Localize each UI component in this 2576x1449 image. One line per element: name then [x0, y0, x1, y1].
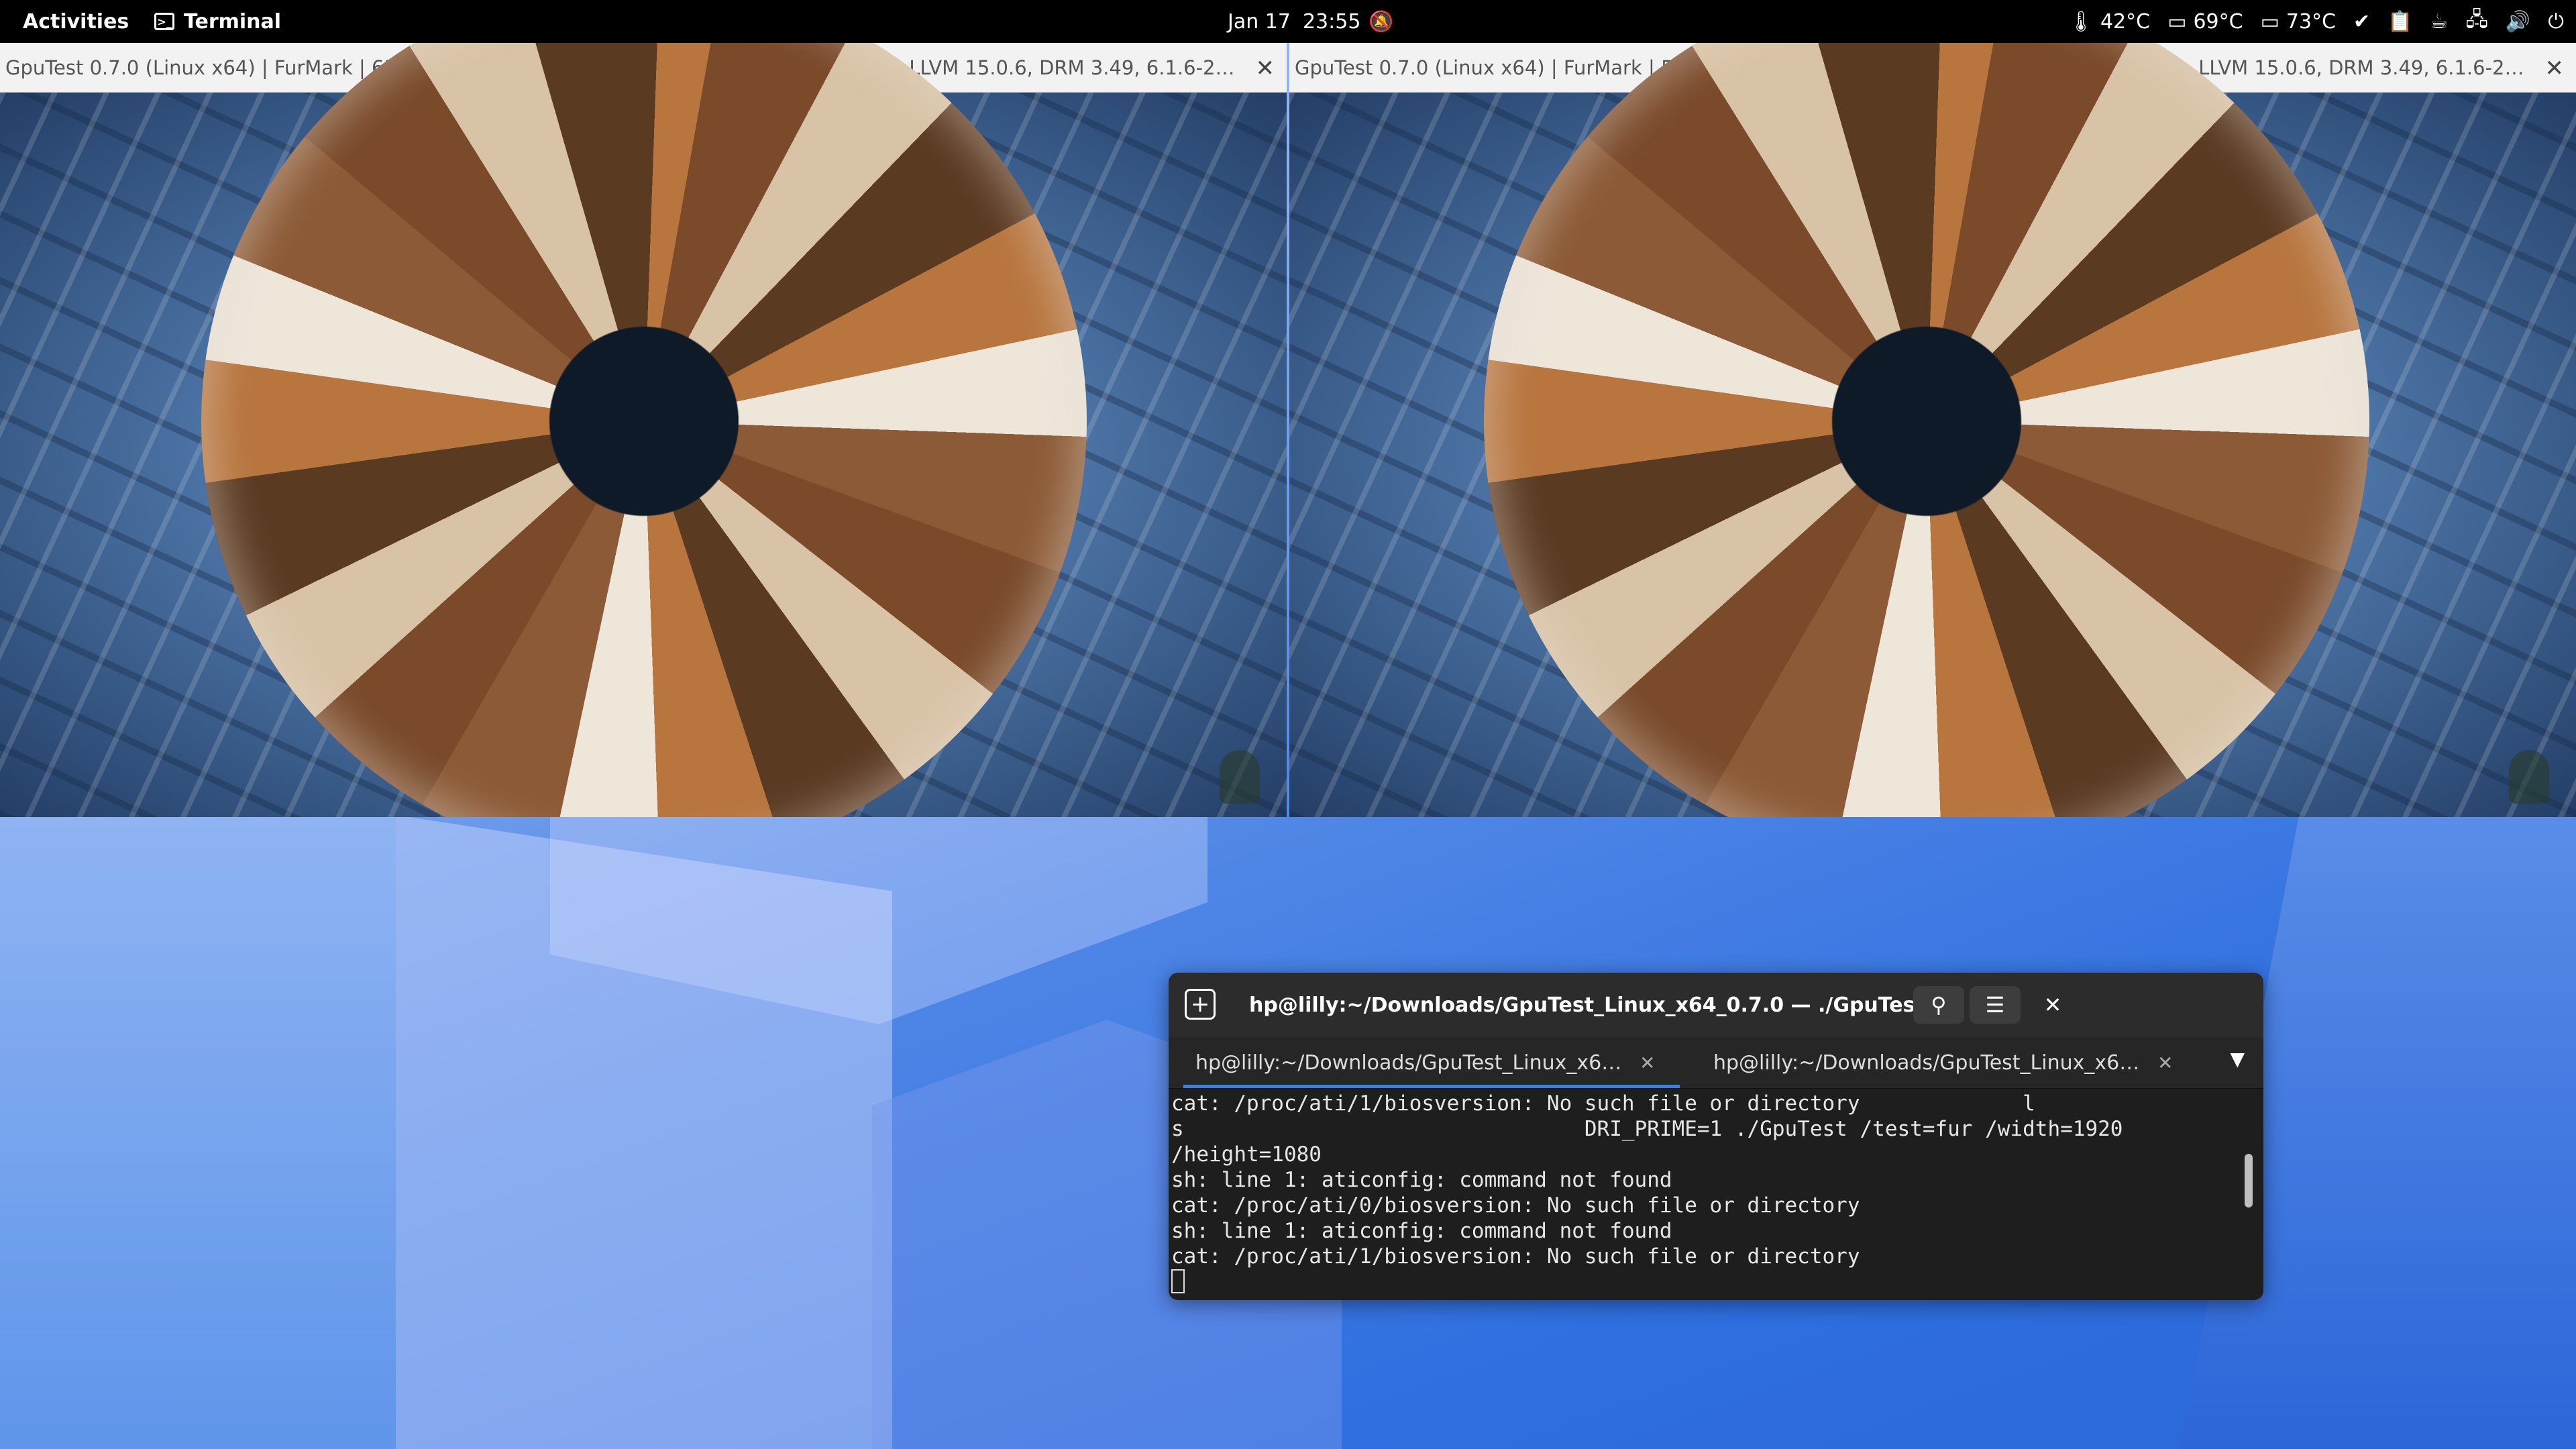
tux-logo-icon — [2509, 750, 2549, 804]
hamburger-icon: ☰ — [1985, 992, 2005, 1018]
terminal-icon: >_ — [154, 13, 174, 30]
time-label: 23:55 — [1302, 9, 1361, 34]
tux-logo-icon — [1220, 750, 1260, 804]
clock[interactable]: Jan 17 23:55 — [1228, 0, 1360, 43]
close-tab-icon[interactable]: ✕ — [2157, 1052, 2173, 1074]
temp-reading: 73°C — [2286, 9, 2337, 34]
furmark-window[interactable]: GpuTest 0.7.0 (Linux x64) | FurMark | 63… — [0, 43, 1287, 817]
date-label: Jan 17 — [1228, 9, 1291, 34]
notifications-off-icon[interactable]: 🔕 — [1368, 0, 1393, 43]
terminal-tab-bar: hp@lilly:~/Downloads/GpuTest_Linux_x64_0… — [1169, 1037, 2263, 1089]
close-icon[interactable]: ✕ — [1256, 55, 1275, 82]
fur-donut-render — [1484, 43, 2369, 817]
scrollbar-thumb[interactable] — [2245, 1154, 2253, 1208]
app-name: Terminal — [184, 9, 282, 34]
menu-button[interactable]: ☰ — [1970, 986, 2021, 1024]
terminal-cursor — [1171, 1269, 1185, 1293]
terminal-output[interactable]: cat: /proc/ati/1/biosversion: No such fi… — [1169, 1088, 2263, 1300]
terminal-line: sh: line 1: aticonfig: command not found — [1171, 1168, 1672, 1192]
terminal-headerbar[interactable]: + hp@lilly:~/Downloads/GpuTest_Linux_x64… — [1169, 973, 2263, 1037]
terminal-line: sh: line 1: aticonfig: command not found — [1171, 1219, 1672, 1243]
terminal-line: /height=1080 — [1171, 1142, 1322, 1167]
wallpaper-panel — [0, 815, 396, 1449]
furmark-render-view — [0, 43, 1287, 817]
terminal-title: hp@lilly:~/Downloads/GpuTest_Linux_x64_0… — [1249, 993, 1920, 1017]
check-circle-icon[interactable]: ✔ — [2353, 10, 2370, 34]
terminal-tab[interactable]: hp@lilly:~/Downloads/GpuTest_Linux_x64_0… — [1195, 1037, 1678, 1088]
close-tab-icon[interactable]: ✕ — [1640, 1052, 1655, 1074]
thermometer-icon: 🌡 — [2068, 9, 2094, 34]
activities-button[interactable]: Activities — [23, 0, 129, 43]
search-icon: ⚲ — [1931, 992, 1947, 1018]
gpu-icon: ▭ — [2167, 9, 2187, 34]
furmark-window[interactable]: GpuTest 0.7.0 (Linux x64) | FurMark | 52… — [1289, 43, 2576, 817]
network-icon[interactable]: 🖧 — [2465, 5, 2487, 39]
tabs-dropdown-icon[interactable]: ▼ — [2230, 1048, 2245, 1070]
new-tab-button[interactable]: + — [1185, 989, 1216, 1020]
gpu-icon: ▭ — [2260, 9, 2279, 34]
terminal-tab[interactable]: hp@lilly:~/Downloads/GpuTest_Linux_x64_0… — [1713, 1037, 2196, 1088]
volume-icon[interactable]: 🔊 — [2506, 10, 2530, 34]
fur-donut-render — [201, 43, 1087, 817]
close-icon: ✕ — [2043, 992, 2062, 1018]
terminal-line: s DRI_PRIME=1 ./GpuTest /test=fur /width… — [1171, 1117, 2123, 1141]
terminal-line: cat: /proc/ati/1/biosversion: No such fi… — [1171, 1244, 1860, 1269]
wallpaper-panel — [396, 815, 892, 1449]
power-icon[interactable]: ⏻ — [2548, 10, 2564, 34]
tab-label: hp@lilly:~/Downloads/GpuTest_Linux_x64_0… — [1195, 1051, 1625, 1075]
terminal-line: cat: /proc/ati/0/biosversion: No such fi… — [1171, 1193, 1860, 1218]
close-button[interactable]: ✕ — [2034, 986, 2072, 1024]
temp-reading: 69°C — [2193, 9, 2243, 34]
temp-reading: 42°C — [2100, 9, 2151, 34]
clipboard-icon[interactable]: 📋 — [2387, 10, 2412, 34]
wallpaper-panel — [550, 815, 1208, 1024]
tab-label: hp@lilly:~/Downloads/GpuTest_Linux_x64_0… — [1713, 1051, 2143, 1075]
furmark-render-view — [1289, 43, 2576, 817]
coffee-icon[interactable]: ☕ — [2430, 10, 2449, 34]
plus-icon: + — [1190, 991, 1210, 1018]
app-menu[interactable]: >_ Terminal — [154, 0, 281, 43]
close-icon[interactable]: ✕ — [2545, 55, 2565, 82]
top-bar: Activities >_ Terminal Jan 17 23:55 🔕 🌡 … — [0, 0, 2576, 43]
search-button[interactable]: ⚲ — [1913, 986, 1964, 1024]
terminal-line: cat: /proc/ati/1/biosversion: No such fi… — [1171, 1091, 2035, 1116]
terminal-window[interactable]: + hp@lilly:~/Downloads/GpuTest_Linux_x64… — [1169, 973, 2263, 1300]
system-status-area[interactable]: 🌡 42°C ▭ 69°C ▭ 73°C ✔ 📋 ☕ 🖧 🔊 ⏻ — [2068, 0, 2564, 43]
